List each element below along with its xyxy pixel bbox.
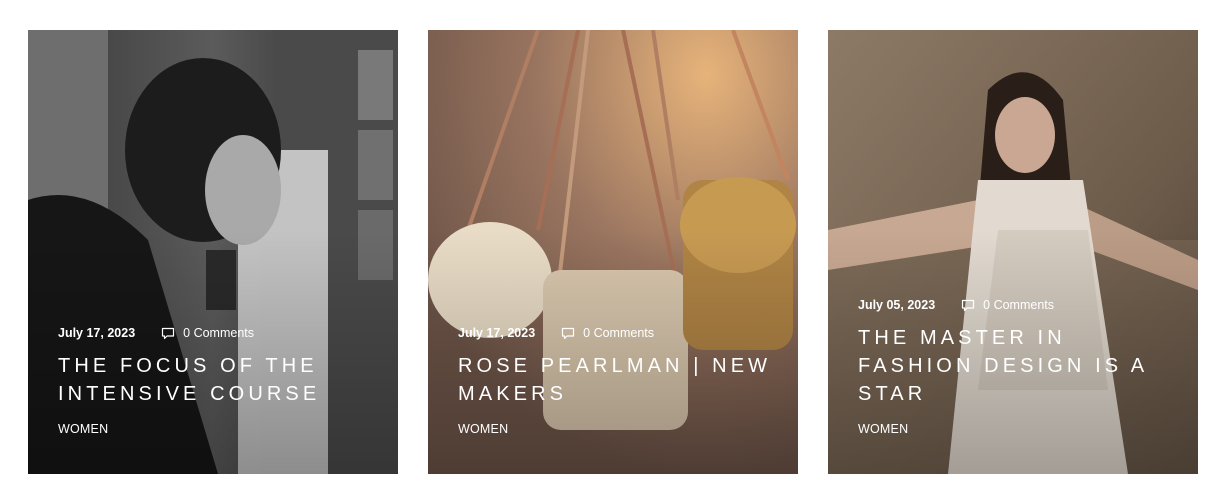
post-category[interactable]: WOMEN <box>58 422 108 436</box>
post-meta: July 17, 2023 0 Comments <box>58 326 374 340</box>
post-category[interactable]: WOMEN <box>458 422 508 436</box>
post-meta: July 17, 2023 0 Comments <box>458 326 774 340</box>
post-date[interactable]: July 05, 2023 <box>858 298 935 312</box>
post-category[interactable]: WOMEN <box>858 422 908 436</box>
comments-count: 0 Comments <box>183 326 255 340</box>
post-title[interactable]: THE MASTER IN FASHION DESIGN IS A STAR <box>858 324 1174 408</box>
post-comments[interactable]: 0 Comments <box>561 326 654 340</box>
post-comments[interactable]: 0 Comments <box>161 326 254 340</box>
post-card[interactable]: July 17, 2023 0 Comments THE FOCUS OF TH… <box>28 30 398 474</box>
post-card[interactable]: July 17, 2023 0 Comments ROSE PEARLMAN |… <box>428 30 798 474</box>
post-content: July 17, 2023 0 Comments ROSE PEARLMAN |… <box>458 326 774 438</box>
comment-icon <box>562 327 575 339</box>
comments-count: 0 Comments <box>583 326 655 340</box>
comments-count: 0 Comments <box>983 298 1055 312</box>
comment-icon <box>162 327 175 339</box>
post-comments[interactable]: 0 Comments <box>961 298 1054 312</box>
post-date[interactable]: July 17, 2023 <box>458 326 535 340</box>
post-meta: July 05, 2023 0 Comments <box>858 298 1174 312</box>
blog-post-grid: July 17, 2023 0 Comments THE FOCUS OF TH… <box>0 0 1225 503</box>
post-date[interactable]: July 17, 2023 <box>58 326 135 340</box>
post-title[interactable]: THE FOCUS OF THE INTENSIVE COURSE <box>58 352 374 408</box>
post-content: July 05, 2023 0 Comments THE MASTER IN F… <box>858 298 1174 438</box>
post-content: July 17, 2023 0 Comments THE FOCUS OF TH… <box>58 326 374 438</box>
comment-icon <box>962 299 975 311</box>
post-title[interactable]: ROSE PEARLMAN | NEW MAKERS <box>458 352 774 408</box>
post-card[interactable]: July 05, 2023 0 Comments THE MASTER IN F… <box>828 30 1198 474</box>
